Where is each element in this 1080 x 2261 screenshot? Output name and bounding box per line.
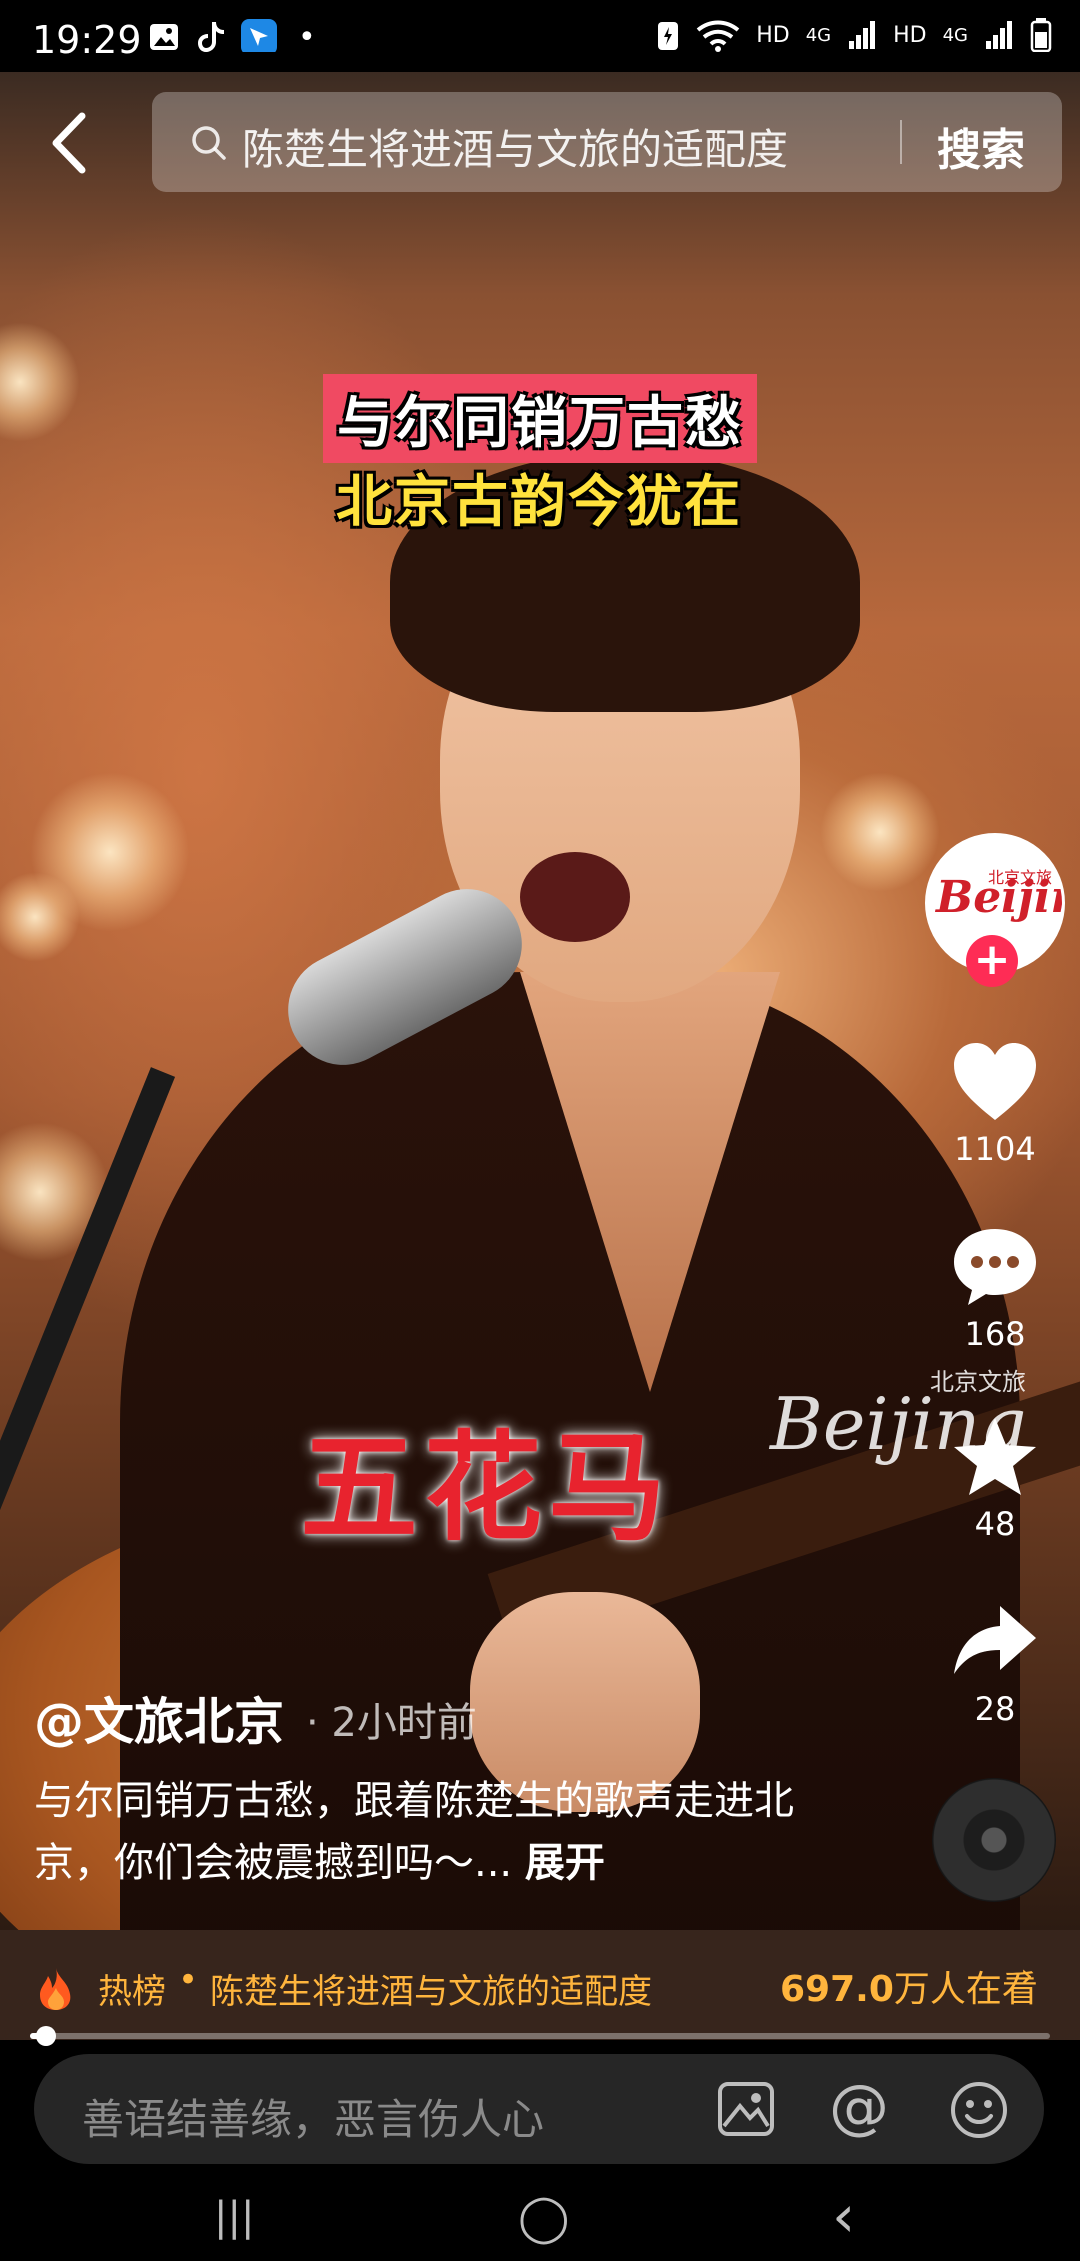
video-player[interactable]: 与尔同销万古愁 北京古韵今犹在 五花马 Beijing 北京文旅 [0, 72, 1080, 1930]
status-icons: HD 4G HD 4G [656, 18, 1052, 52]
music-disc[interactable] [932, 1778, 1056, 1902]
stage-light [0, 872, 80, 962]
share-arrow-icon [954, 1606, 1036, 1674]
share-count: 28 [974, 1690, 1016, 1728]
post-description-text: 与尔同销万古愁，跟着陈楚生的歌声走进北京，你们会被震撼到吗～... [34, 1778, 794, 1886]
video-watermark-sub: 北京文旅 [930, 1368, 1026, 1396]
comment-icon [954, 1229, 1036, 1305]
comment-placeholder: 善语结善缘，恶言伤人心 [82, 2095, 545, 2144]
recents-button[interactable]: ||| [214, 2194, 254, 2240]
author-name[interactable]: @文旅北京 [34, 1682, 284, 1754]
comment-area: 善语结善缘，恶言伤人心 @ [0, 2048, 1080, 2178]
battery-icon [1030, 18, 1052, 52]
app-notification-icon [241, 19, 277, 52]
song-title-overlay: 五花马 [300, 1419, 673, 1557]
mention-button[interactable]: @ [829, 2072, 889, 2142]
like-count: 1104 [954, 1130, 1036, 1168]
like-button[interactable]: 1104 [930, 1040, 1060, 1168]
network-label-2: 4G [942, 24, 968, 46]
post-time: · 2小时前 [306, 1700, 477, 1746]
viewer-count-suffix: 万人在看 [893, 1969, 1038, 2010]
hot-list-label: 热榜 [98, 1972, 166, 2012]
favorite-count: 48 [974, 1505, 1016, 1543]
performer-mouth [520, 852, 630, 942]
signal-icon-2 [986, 21, 1012, 49]
search-icon [192, 126, 226, 160]
signal-icon [849, 21, 876, 49]
stage-light [820, 772, 940, 892]
video-caption-line1: 与尔同销万古愁 [323, 374, 757, 463]
favorite-button[interactable]: 48 [930, 1415, 1060, 1543]
share-button[interactable]: 28 [930, 1600, 1060, 1728]
hot-list-bar[interactable]: 热榜 • 陈楚生将进酒与文旅的适配度 697.0万人在看 › [0, 1930, 1080, 2040]
comment-count: 168 [964, 1315, 1026, 1353]
comment-button[interactable]: 168 [930, 1225, 1060, 1353]
back-arrow-icon [52, 112, 86, 174]
video-progress-bar[interactable] [30, 2026, 1050, 2046]
viewer-count-number: 697.0 [780, 1969, 894, 2010]
hd-label: HD [756, 22, 790, 48]
system-back-button[interactable]: ‹ [832, 2182, 855, 2250]
hot-list-separator: • [178, 1960, 199, 2000]
video-progress-knob[interactable] [36, 2026, 57, 2046]
hot-list-topic: 陈楚生将进酒与文旅的适配度 [210, 1972, 652, 2012]
hd-label-2: HD [893, 22, 927, 48]
heart-icon [954, 1043, 1036, 1120]
status-time: 19:29 [32, 18, 142, 62]
avatar-logo-subtext: 北京文旅 [988, 868, 1053, 887]
viewer-count: 697.0万人在看 [780, 1960, 1038, 2012]
chevron-right-icon: › [1020, 1956, 1034, 1996]
system-nav-bar: ||| ◯ ‹ [0, 2180, 1080, 2261]
video-caption-line2: 北京古韵今犹在 [336, 470, 742, 535]
search-bar[interactable]: 陈楚生将进酒与文旅的适配度 搜索 [152, 92, 1062, 192]
search-divider [900, 120, 902, 164]
fire-icon [40, 1968, 71, 2010]
gallery-icon [150, 24, 178, 50]
tiktok-icon [198, 22, 224, 52]
stage-light [0, 322, 80, 442]
status-bar: 19:29 • HD 4G HD 4G [0, 0, 1080, 72]
wifi-icon [696, 20, 740, 52]
search-button[interactable]: 搜索 [937, 114, 1025, 178]
emoji-icon[interactable] [949, 2080, 1009, 2140]
expand-button[interactable]: 展开 [525, 1840, 605, 1886]
battery-saver-icon [658, 22, 679, 50]
home-button[interactable]: ◯ [518, 2190, 569, 2244]
search-query[interactable]: 陈楚生将进酒与文旅的适配度 [242, 116, 788, 177]
follow-button[interactable]: + [966, 935, 1018, 987]
network-label: 4G [805, 24, 832, 46]
comment-input[interactable]: 善语结善缘，恶言伤人心 @ [34, 2054, 1044, 2164]
post-description: 与尔同销万古愁，跟着陈楚生的歌声走进北京，你们会被震撼到吗～... 展开 [34, 1770, 834, 1894]
star-icon [954, 1418, 1036, 1495]
image-icon[interactable] [716, 2080, 776, 2138]
back-button[interactable] [40, 108, 100, 178]
notification-dot: • [298, 20, 316, 55]
